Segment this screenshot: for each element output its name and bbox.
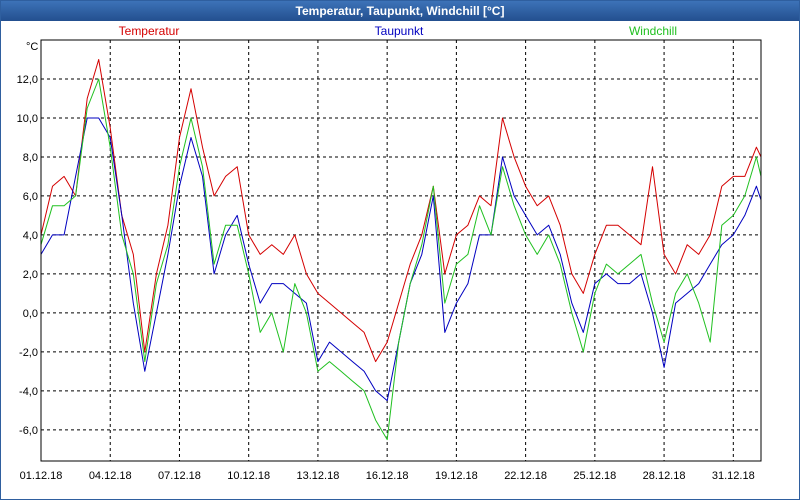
y-tick-label: 6,0 bbox=[23, 191, 38, 203]
x-tick-label: 25.12.18 bbox=[573, 470, 616, 482]
plot-area: -6,0 -4,0 -2,0 0,0 2,0 4,0 6,0 8,0 10,0 12,0 01.1… bbox=[17, 24, 762, 482]
y-tick-label: 2,0 bbox=[23, 269, 38, 281]
x-tick-label: 31.12.18 bbox=[712, 470, 755, 482]
series-line-taupunkt bbox=[40, 117, 762, 402]
y-tick-label: 4,0 bbox=[23, 230, 38, 242]
x-tick-label: 16.12.18 bbox=[366, 470, 409, 482]
y-tick-label: -6,0 bbox=[19, 425, 38, 437]
legend-entry-windchill: Windchill bbox=[629, 24, 677, 38]
series-line-windchill bbox=[40, 78, 762, 441]
y-tick-label: -2,0 bbox=[19, 347, 38, 359]
chart-window: Temperatur, Taupunkt, Windchill [°C] -6,… bbox=[0, 0, 800, 500]
x-tick-label: 13.12.18 bbox=[297, 470, 340, 482]
series-layer bbox=[40, 59, 762, 441]
x-tick-label: 22.12.18 bbox=[504, 470, 547, 482]
x-tick-label: 10.12.18 bbox=[227, 470, 270, 482]
y-tick-label: -4,0 bbox=[19, 386, 38, 398]
x-tick-label: 04.12.18 bbox=[89, 470, 132, 482]
chart-title: Temperatur, Taupunkt, Windchill [°C] bbox=[1, 1, 799, 21]
x-tick-label: 07.12.18 bbox=[158, 470, 201, 482]
legend-entry-taupunkt: Taupunkt bbox=[375, 24, 424, 38]
y-unit-label: °C bbox=[26, 41, 38, 53]
legend: Temperatur Taupunkt Windchill bbox=[119, 24, 677, 38]
y-axis: -6,0 -4,0 -2,0 0,0 2,0 4,0 6,0 8,0 10,0 12,0 bbox=[17, 74, 38, 437]
x-tick-label: 01.12.18 bbox=[20, 470, 63, 482]
legend-entry-temperatur: Temperatur bbox=[119, 24, 180, 38]
x-tick-label: 19.12.18 bbox=[435, 470, 478, 482]
y-tick-label: 8,0 bbox=[23, 152, 38, 164]
y-tick-label: 0,0 bbox=[23, 308, 38, 320]
plot-border bbox=[40, 39, 762, 462]
y-tick-label: 10,0 bbox=[17, 113, 38, 125]
x-tick-label: 28.12.18 bbox=[643, 470, 686, 482]
y-tick-label: 12,0 bbox=[17, 74, 38, 86]
grid-lines bbox=[41, 40, 761, 461]
x-axis: 01.12.18 04.12.18 07.12.18 10.12.18 13.12.18… bbox=[20, 470, 755, 482]
